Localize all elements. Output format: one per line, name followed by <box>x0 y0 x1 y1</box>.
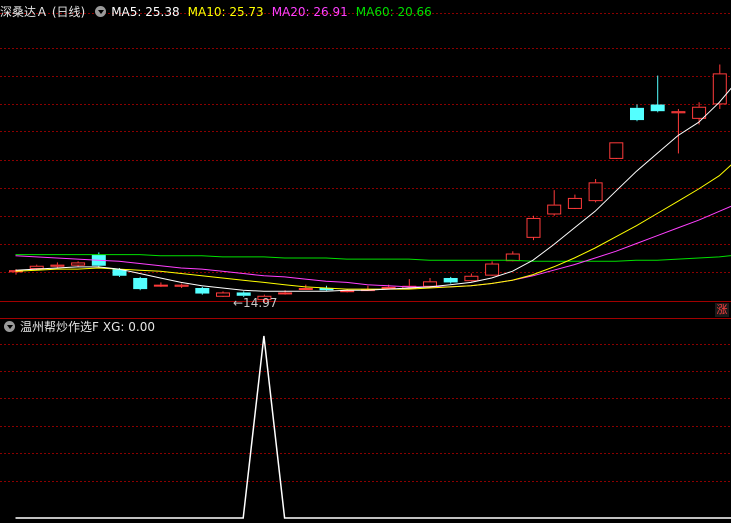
candle-body <box>712 73 727 105</box>
candle-body <box>630 107 644 121</box>
candle <box>485 261 500 276</box>
candle <box>443 276 458 284</box>
ma10-legend: MA10: 25.73 <box>187 5 264 19</box>
candle-body <box>505 253 520 262</box>
candle-body <box>588 182 603 202</box>
candle <box>71 261 86 267</box>
candle <box>547 190 562 216</box>
candle <box>588 179 603 203</box>
ma60-line <box>15 254 731 262</box>
candle <box>630 104 644 122</box>
ma5-legend: MA5: 25.38 <box>111 5 180 19</box>
candle-body <box>71 262 86 266</box>
candle-body <box>650 104 665 112</box>
sub-panel-legend: 温州帮炒作选F XG: 0.00 <box>0 318 155 336</box>
candle-body <box>216 292 230 297</box>
candle-body <box>671 111 686 114</box>
candle-body <box>443 277 458 283</box>
candle-body <box>153 284 168 287</box>
limit-up-badge[interactable]: 涨 <box>715 303 729 317</box>
candle-body <box>381 286 396 289</box>
chart-canvas[interactable] <box>0 0 731 523</box>
candle <box>195 286 210 295</box>
xg-legend: XG: 0.00 <box>102 320 156 334</box>
ma20-legend: MA20: 26.91 <box>271 5 348 19</box>
candle-body <box>526 217 541 238</box>
candle-body <box>485 263 500 276</box>
candle <box>526 215 541 241</box>
candles <box>9 64 727 303</box>
ma60-legend: MA60: 20.66 <box>355 5 432 19</box>
grid-lines <box>0 13 731 482</box>
candle <box>609 142 624 159</box>
candle-body <box>133 277 148 290</box>
candle-body <box>547 204 562 215</box>
candle-body <box>464 275 479 282</box>
indicator-menu-icon[interactable] <box>95 6 107 17</box>
candle-body <box>29 265 44 269</box>
candle-body <box>174 284 189 287</box>
candle <box>153 282 168 287</box>
moving-averages <box>15 87 731 292</box>
stock-title: 深桑达Ａ (日线) <box>0 5 86 19</box>
sub-indicator-title: 温州帮炒作选F <box>20 320 99 334</box>
low-price-marker: ←14.97 <box>233 296 278 310</box>
candle <box>464 273 479 282</box>
candle-body <box>298 287 313 290</box>
candle-body <box>567 197 582 209</box>
candle-body <box>278 292 293 295</box>
candle <box>174 283 189 288</box>
candle <box>133 276 148 291</box>
main-panel-legend: 深桑达Ａ (日线) MA5: 25.38 MA10: 25.73 MA20: 26.9… <box>0 3 440 21</box>
candle <box>567 194 582 210</box>
candle-body <box>609 142 624 159</box>
candle <box>650 75 665 113</box>
candle-body <box>692 106 707 119</box>
candle-body <box>50 264 65 267</box>
candle-body <box>423 281 437 287</box>
candle <box>216 291 230 297</box>
sub-indicator-menu-icon[interactable] <box>4 321 15 332</box>
candle <box>50 262 65 268</box>
candle <box>423 277 437 287</box>
ma10-line <box>15 164 731 290</box>
candle-body <box>195 287 210 294</box>
